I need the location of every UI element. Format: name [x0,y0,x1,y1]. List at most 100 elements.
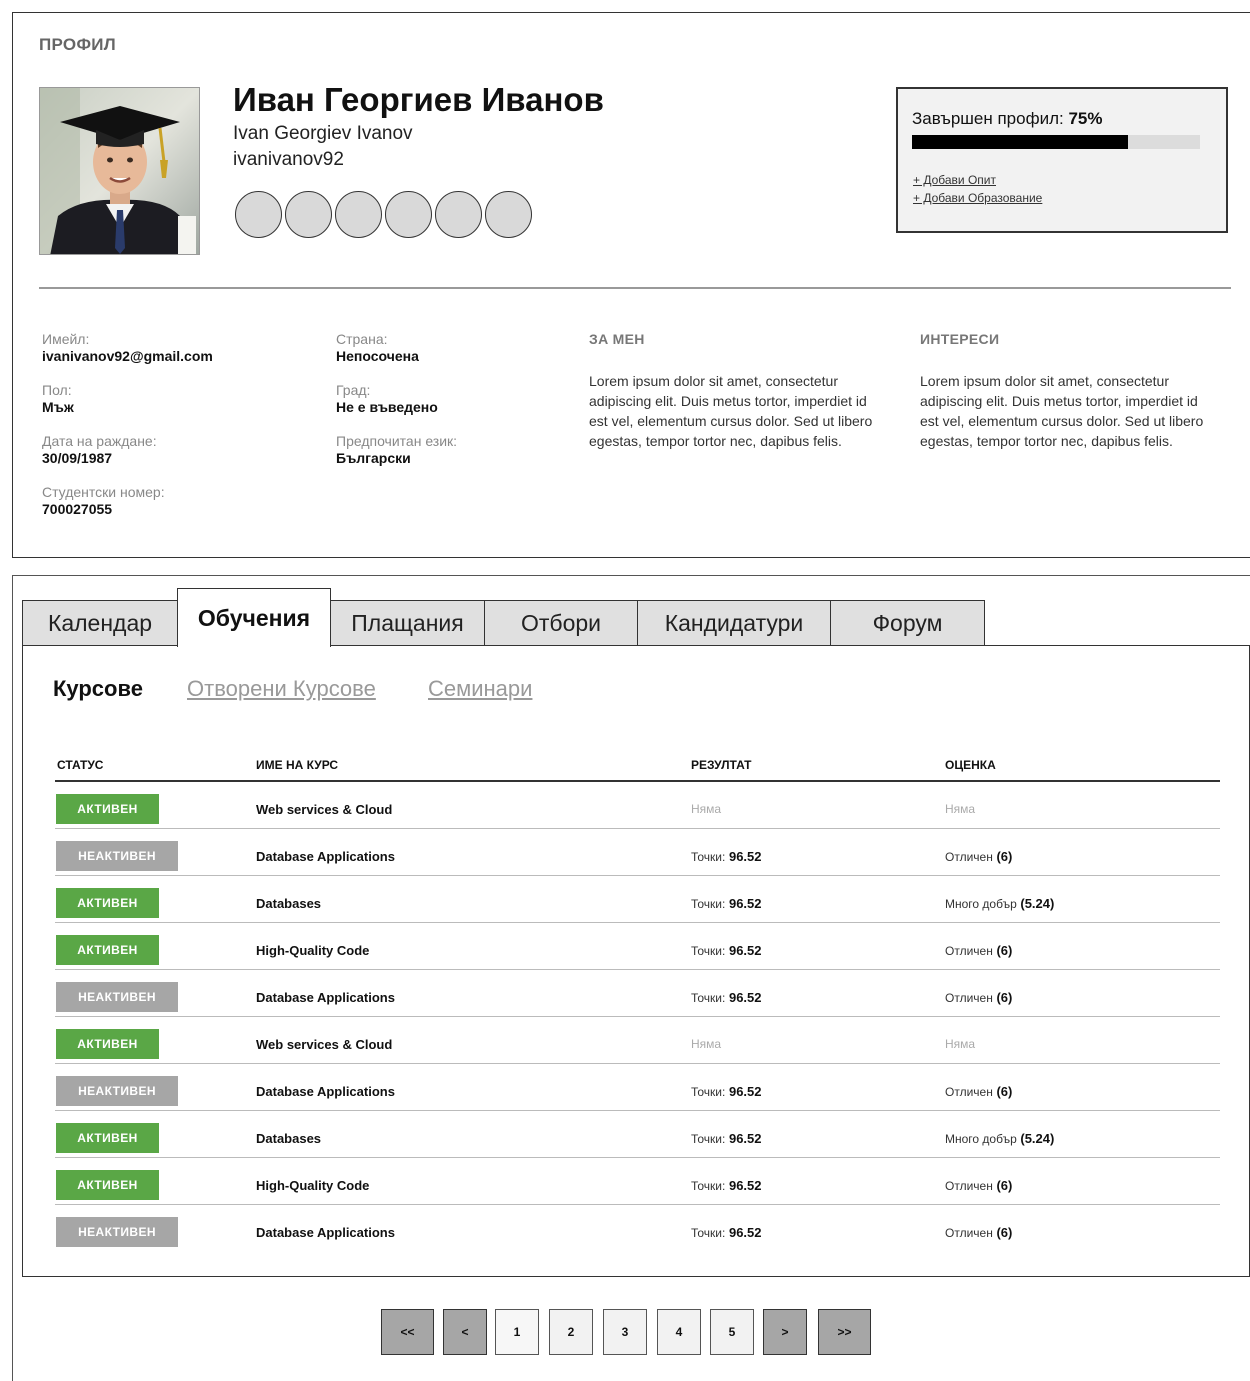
result-label: Точки: [691,991,726,1005]
table-row[interactable]: АКТИВЕН High-Quality Code Точки: 96.52 Отли… [55,923,1220,970]
grade-value: (5.24) [1020,1131,1055,1146]
profile-panel: ПРОФИЛ Иван Георгиев Иванов Ivan Georgie… [12,12,1250,558]
table-row[interactable]: АКТИВЕН Web services & Cloud Няма Няма [55,1017,1220,1064]
student-number-label: Студентски номер: [42,484,165,500]
table-row[interactable]: НЕАКТИВЕН Database Applications Точки: 96.… [55,829,1220,876]
header-status: СТАТУС [57,758,104,772]
birthdate-value: 30/09/1987 [42,450,113,466]
prev-page-button[interactable]: < [443,1309,487,1355]
table-body: АКТИВЕН Web services & Cloud Няма Няма НЕАКТ… [55,782,1220,1252]
interests-section: ИНТЕРЕСИ Lorem ipsum dolor sit amet, con… [920,331,1218,451]
last-page-button[interactable]: >> [818,1309,871,1355]
course-name[interactable]: Web services & Cloud [256,1037,392,1052]
course-name[interactable]: Databases [256,1131,321,1146]
grade-text: Отличен [945,944,993,958]
grade-cell: Много добър (5.24) [945,1131,1054,1146]
result-value: 96.52 [728,1178,762,1193]
badge-placeholder[interactable] [235,191,282,238]
interests-text: Lorem ipsum dolor sit amet, consectetur … [920,373,1204,449]
grade-cell: Отличен (6) [945,1084,1012,1099]
course-name[interactable]: Database Applications [256,1225,395,1240]
page-4-button[interactable]: 4 [657,1309,701,1355]
personal-info-column: Имейл: ivanivanov92@gmail.com Пол: Мъж Д… [42,331,213,535]
status-badge: НЕАКТИВЕН [56,1217,178,1247]
page-5-button[interactable]: 5 [710,1309,754,1355]
country-value: Непосочена [336,348,419,364]
subtab-courses[interactable]: Курсове [53,676,143,702]
language-label: Предпочитан език: [336,433,458,449]
status-badge: АКТИВЕН [56,1170,159,1200]
course-name[interactable]: High-Quality Code [256,1178,369,1193]
result-cell: Точки: 96.52 [691,990,762,1005]
badge-placeholder[interactable] [435,191,482,238]
first-page-button[interactable]: << [381,1309,434,1355]
result-value: 96.52 [728,990,762,1005]
grade-value: (6) [996,943,1013,958]
add-experience-link[interactable]: + Добави Опит [913,173,996,187]
next-page-button[interactable]: > [763,1309,807,1355]
course-name[interactable]: Databases [256,896,321,911]
course-name[interactable]: Database Applications [256,1084,395,1099]
grade-value: (5.24) [1020,896,1055,911]
grade-value: (6) [996,1178,1013,1193]
result-cell: Точки: 96.52 [691,1178,762,1193]
about-text: Lorem ipsum dolor sit amet, consectetur … [589,373,873,449]
avatar [39,87,200,255]
status-badge: АКТИВЕН [56,1029,159,1059]
badge-placeholder[interactable] [285,191,332,238]
status-badge: АКТИВЕН [56,888,159,918]
result-value: 96.52 [728,896,762,911]
city-label: Град: [336,382,371,398]
tab-applications[interactable]: Кандидатури [637,600,831,646]
completion-progress-bar [912,135,1200,149]
table-row[interactable]: АКТИВЕН Web services & Cloud Няма Няма [55,782,1220,829]
grade-value: (6) [996,990,1013,1005]
status-badge: НЕАКТИВЕН [56,982,178,1012]
profile-heading: ПРОФИЛ [39,35,117,54]
tab-payments[interactable]: Плащания [330,600,485,646]
course-name[interactable]: High-Quality Code [256,943,369,958]
table-row[interactable]: НЕАКТИВЕН Database Applications Точки: 96.… [55,970,1220,1017]
result-value: 96.52 [728,1225,762,1240]
section-border-left [12,575,13,1381]
badge-placeholder[interactable] [335,191,382,238]
add-education-link[interactable]: + Добави Образование [913,191,1042,205]
result-value: 96.52 [728,849,762,864]
page-1-button[interactable]: 1 [495,1309,539,1355]
table-row[interactable]: АКТИВЕН Databases Точки: 96.52 Много добър … [55,876,1220,923]
page-2-button[interactable]: 2 [549,1309,593,1355]
table-row[interactable]: НЕАКТИВЕН Database Applications Точки: 96.… [55,1205,1220,1252]
grade-text: Много добър [945,897,1017,911]
subtab-seminars[interactable]: Семинари [428,676,532,702]
result-cell: Точки: 96.52 [691,1225,762,1240]
table-row[interactable]: АКТИВЕН Databases Точки: 96.52 Много добър … [55,1111,1220,1158]
tab-calendar[interactable]: Календар [22,600,178,646]
badge-placeholder[interactable] [385,191,432,238]
course-name[interactable]: Database Applications [256,849,395,864]
gender-value: Мъж [42,399,74,415]
course-name[interactable]: Database Applications [256,990,395,1005]
badge-placeholder[interactable] [485,191,532,238]
result-cell: Точки: 96.52 [691,1084,762,1099]
tab-teams[interactable]: Отбори [484,600,638,646]
grade-value: (6) [996,849,1013,864]
result-label: Точки: [691,1179,726,1193]
grade-text: Отличен [945,1085,993,1099]
profile-completion-box: Завършен профил: 75% + Добави Опит + Доб… [896,87,1228,233]
course-name[interactable]: Web services & Cloud [256,802,392,817]
about-title: ЗА МЕН [589,331,645,347]
grade-cell: Няма [945,802,976,816]
grade-text: Отличен [945,1226,993,1240]
interests-title: ИНТЕРЕСИ [920,331,1000,347]
gender-label: Пол: [42,382,72,398]
result-value: 96.52 [728,1131,762,1146]
page-3-button[interactable]: 3 [603,1309,647,1355]
tab-forum[interactable]: Форум [830,600,985,646]
subtab-open-courses[interactable]: Отворени Курсове [187,676,376,702]
table-row[interactable]: НЕАКТИВЕН Database Applications Точки: 96.… [55,1064,1220,1111]
tab-trainings[interactable]: Обучения [177,588,331,647]
result-cell: Точки: 96.52 [691,1131,762,1146]
result-value: 96.52 [728,943,762,958]
table-row[interactable]: АКТИВЕН High-Quality Code Точки: 96.52 Отли… [55,1158,1220,1205]
grade-text: Отличен [945,850,993,864]
